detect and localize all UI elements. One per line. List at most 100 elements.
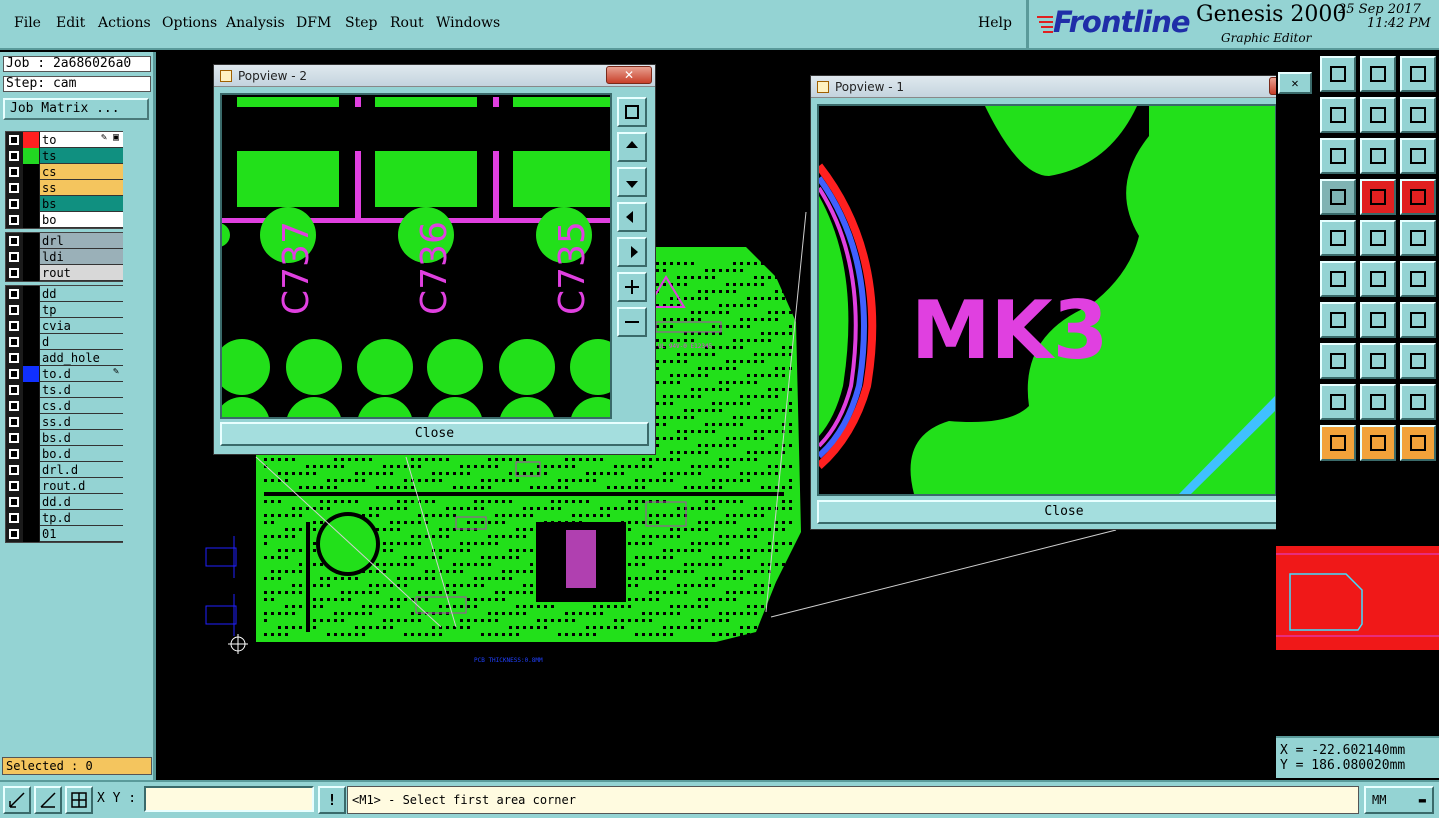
layer-checkbox[interactable] (9, 321, 19, 331)
layer-color-swatch[interactable] (23, 462, 39, 478)
layer-color-swatch[interactable] (23, 164, 39, 180)
xy-input[interactable] (144, 786, 314, 812)
menu-windows[interactable]: Windows (436, 15, 500, 31)
layer-color-swatch[interactable] (23, 265, 39, 281)
pan-right-icon[interactable] (617, 237, 647, 267)
layer-color-swatch[interactable] (23, 494, 39, 510)
layer-color-swatch[interactable] (23, 478, 39, 494)
zoom-in-icon[interactable] (617, 272, 647, 302)
layer-checkbox[interactable] (9, 353, 19, 363)
layer-checkbox[interactable] (9, 513, 19, 523)
layer-row-add-hole[interactable]: add_hole (6, 350, 123, 366)
menu-analysis[interactable]: Analysis (226, 15, 285, 31)
layer-checkbox[interactable] (9, 401, 19, 411)
layer-row-dd-d[interactable]: dd.d (6, 494, 123, 510)
layer-checkbox[interactable] (9, 497, 19, 507)
menu-file[interactable]: File (14, 15, 41, 31)
layer-checkbox[interactable] (9, 289, 19, 299)
pan-left-icon[interactable] (617, 202, 647, 232)
select-net-icon[interactable] (1400, 425, 1436, 461)
layer-checkbox[interactable] (9, 252, 19, 262)
layer-color-swatch[interactable] (23, 350, 39, 366)
layer-row-ss-d[interactable]: ss.d (6, 414, 123, 430)
ruler-icon[interactable] (1360, 220, 1396, 256)
layer-row-bs-d[interactable]: bs.d (6, 430, 123, 446)
layer-color-swatch[interactable] (23, 233, 39, 249)
select-arrow-2-icon[interactable] (1360, 425, 1396, 461)
menu-help[interactable]: Help (978, 15, 1012, 31)
menu-rout[interactable]: Rout (390, 15, 424, 31)
popview-2-close-button[interactable]: Close (220, 422, 649, 446)
grid-view-icon[interactable] (1320, 179, 1356, 215)
layer-checkbox[interactable] (9, 385, 19, 395)
layer-row-bs[interactable]: bs (6, 196, 123, 212)
layer-row-dd[interactable]: dd (6, 286, 123, 302)
layer-row-ldi[interactable]: ldi (6, 249, 123, 265)
rotate-icon[interactable] (1360, 302, 1396, 338)
split-icon[interactable] (1400, 302, 1436, 338)
job-matrix-button[interactable]: Job Matrix ... (3, 98, 149, 120)
menu-step[interactable]: Step (345, 15, 377, 31)
layer-color-swatch[interactable] (23, 302, 39, 318)
layer-checkbox[interactable] (9, 369, 19, 379)
redraw-icon[interactable] (1360, 97, 1396, 133)
help-icon[interactable] (1400, 138, 1436, 174)
add-line-icon[interactable] (1360, 261, 1396, 297)
layer-checkbox[interactable] (9, 529, 19, 539)
arc-mid-icon[interactable] (1360, 384, 1396, 420)
layer-row-tp[interactable]: tp (6, 302, 123, 318)
net-red-2-icon[interactable] (1400, 179, 1436, 215)
layer-color-swatch[interactable] (23, 382, 39, 398)
layer-checkbox[interactable] (9, 167, 19, 177)
layer-checkbox[interactable] (9, 433, 19, 443)
layer-row-ts[interactable]: ts (6, 148, 123, 164)
layer-checkbox[interactable] (9, 337, 19, 347)
layer-checkbox[interactable] (9, 417, 19, 427)
layer-checkbox[interactable] (9, 183, 19, 193)
layer-color-swatch[interactable] (23, 334, 39, 350)
layer-checkbox[interactable] (9, 151, 19, 161)
move-icon[interactable] (1320, 138, 1356, 174)
layer-checkbox[interactable] (9, 465, 19, 475)
scale-icon[interactable] (1360, 138, 1396, 174)
layer-checkbox[interactable] (9, 268, 19, 278)
shapes-icon[interactable] (1400, 343, 1436, 379)
popview-2-view[interactable]: C737 C736 C735 (220, 93, 612, 419)
zoom-out-icon[interactable] (617, 307, 647, 337)
menu-dfm[interactable]: DFM (296, 15, 331, 31)
layer-color-swatch[interactable] (23, 148, 39, 164)
zoom-window-icon[interactable] (1400, 56, 1436, 92)
layer-row-rout-d[interactable]: rout.d (6, 478, 123, 494)
layer-checkbox[interactable] (9, 215, 19, 225)
popview-1-titlebar[interactable]: Popview - 1 (811, 76, 1317, 98)
layer-row-01[interactable]: 01 (6, 526, 123, 542)
zoom-fit-icon[interactable] (617, 97, 647, 127)
layer-row-drl-d[interactable]: drl.d (6, 462, 123, 478)
layer-color-swatch[interactable] (23, 526, 39, 542)
minus-icon[interactable] (1320, 343, 1356, 379)
snap-s-icon[interactable] (1400, 97, 1436, 133)
draw-line-icon[interactable] (1320, 302, 1356, 338)
layer-checkbox[interactable] (9, 481, 19, 491)
home-icon[interactable] (1360, 56, 1396, 92)
grid-icon[interactable] (65, 786, 93, 814)
layer-color-swatch[interactable] (23, 446, 39, 462)
layer-color-swatch[interactable] (23, 318, 39, 334)
arc-up-icon[interactable] (1320, 384, 1356, 420)
pad-icon[interactable] (1400, 220, 1436, 256)
arc-down-icon[interactable] (1400, 384, 1436, 420)
measure-icon[interactable] (34, 786, 62, 814)
layer-color-swatch[interactable] (23, 249, 39, 265)
layer-color-swatch[interactable] (23, 180, 39, 196)
layer-color-swatch[interactable] (23, 286, 39, 302)
layer-row-d[interactable]: d (6, 334, 123, 350)
layer-row-ss[interactable]: ss (6, 180, 123, 196)
layer-color-swatch[interactable] (23, 196, 39, 212)
popview-1-close-button[interactable]: Close (817, 500, 1311, 524)
add-pad-icon[interactable] (1400, 261, 1436, 297)
layer-row-bo-d[interactable]: bo.d (6, 446, 123, 462)
layer-row-cvia[interactable]: cvia (6, 318, 123, 334)
layer-checkbox[interactable] (9, 305, 19, 315)
layer-checkbox[interactable] (9, 236, 19, 246)
delete-icon[interactable] (1320, 261, 1356, 297)
